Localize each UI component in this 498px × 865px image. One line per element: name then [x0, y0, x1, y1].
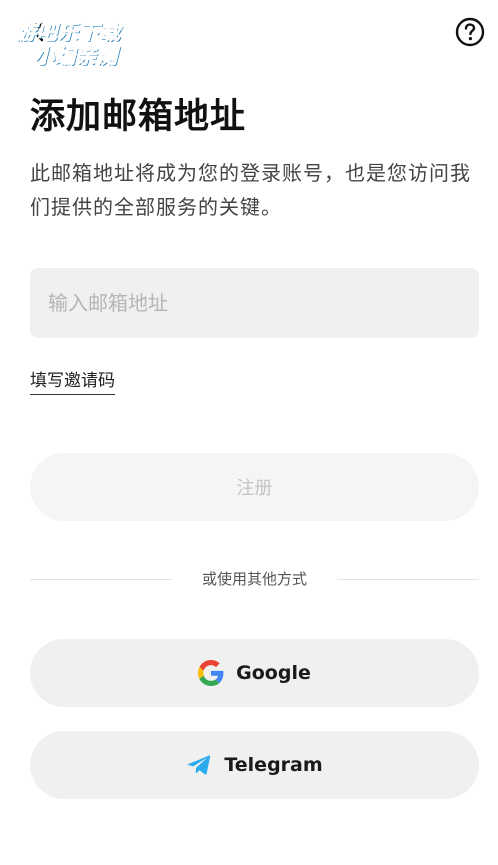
telegram-button-label: Telegram: [224, 754, 323, 776]
watermark-logo: 游吧乐下载 小编亲测: [8, 6, 148, 70]
google-icon: [198, 660, 224, 686]
google-button-label: Google: [236, 662, 311, 684]
email-input[interactable]: [30, 268, 479, 338]
page-description: 此邮箱地址将成为您的登录账号，也是您访问我们提供的全部服务的关键。: [30, 161, 471, 219]
page-title: 添加邮箱地址: [30, 97, 247, 137]
help-button[interactable]: [454, 16, 486, 48]
divider-line-right: [337, 579, 479, 580]
alt-login-divider: 或使用其他方式: [30, 566, 479, 592]
email-field[interactable]: [30, 268, 479, 338]
question-circle-icon: [455, 17, 485, 47]
top-bar: 游吧乐下载 小编亲测: [0, 0, 498, 70]
telegram-login-button[interactable]: Telegram: [30, 731, 479, 799]
register-button[interactable]: 注册: [30, 453, 479, 521]
google-login-button[interactable]: Google: [30, 639, 479, 707]
telegram-icon: [186, 752, 212, 778]
invite-code-link[interactable]: 填写邀请码: [30, 366, 115, 395]
watermark-line-2: 小编亲测: [34, 44, 118, 69]
